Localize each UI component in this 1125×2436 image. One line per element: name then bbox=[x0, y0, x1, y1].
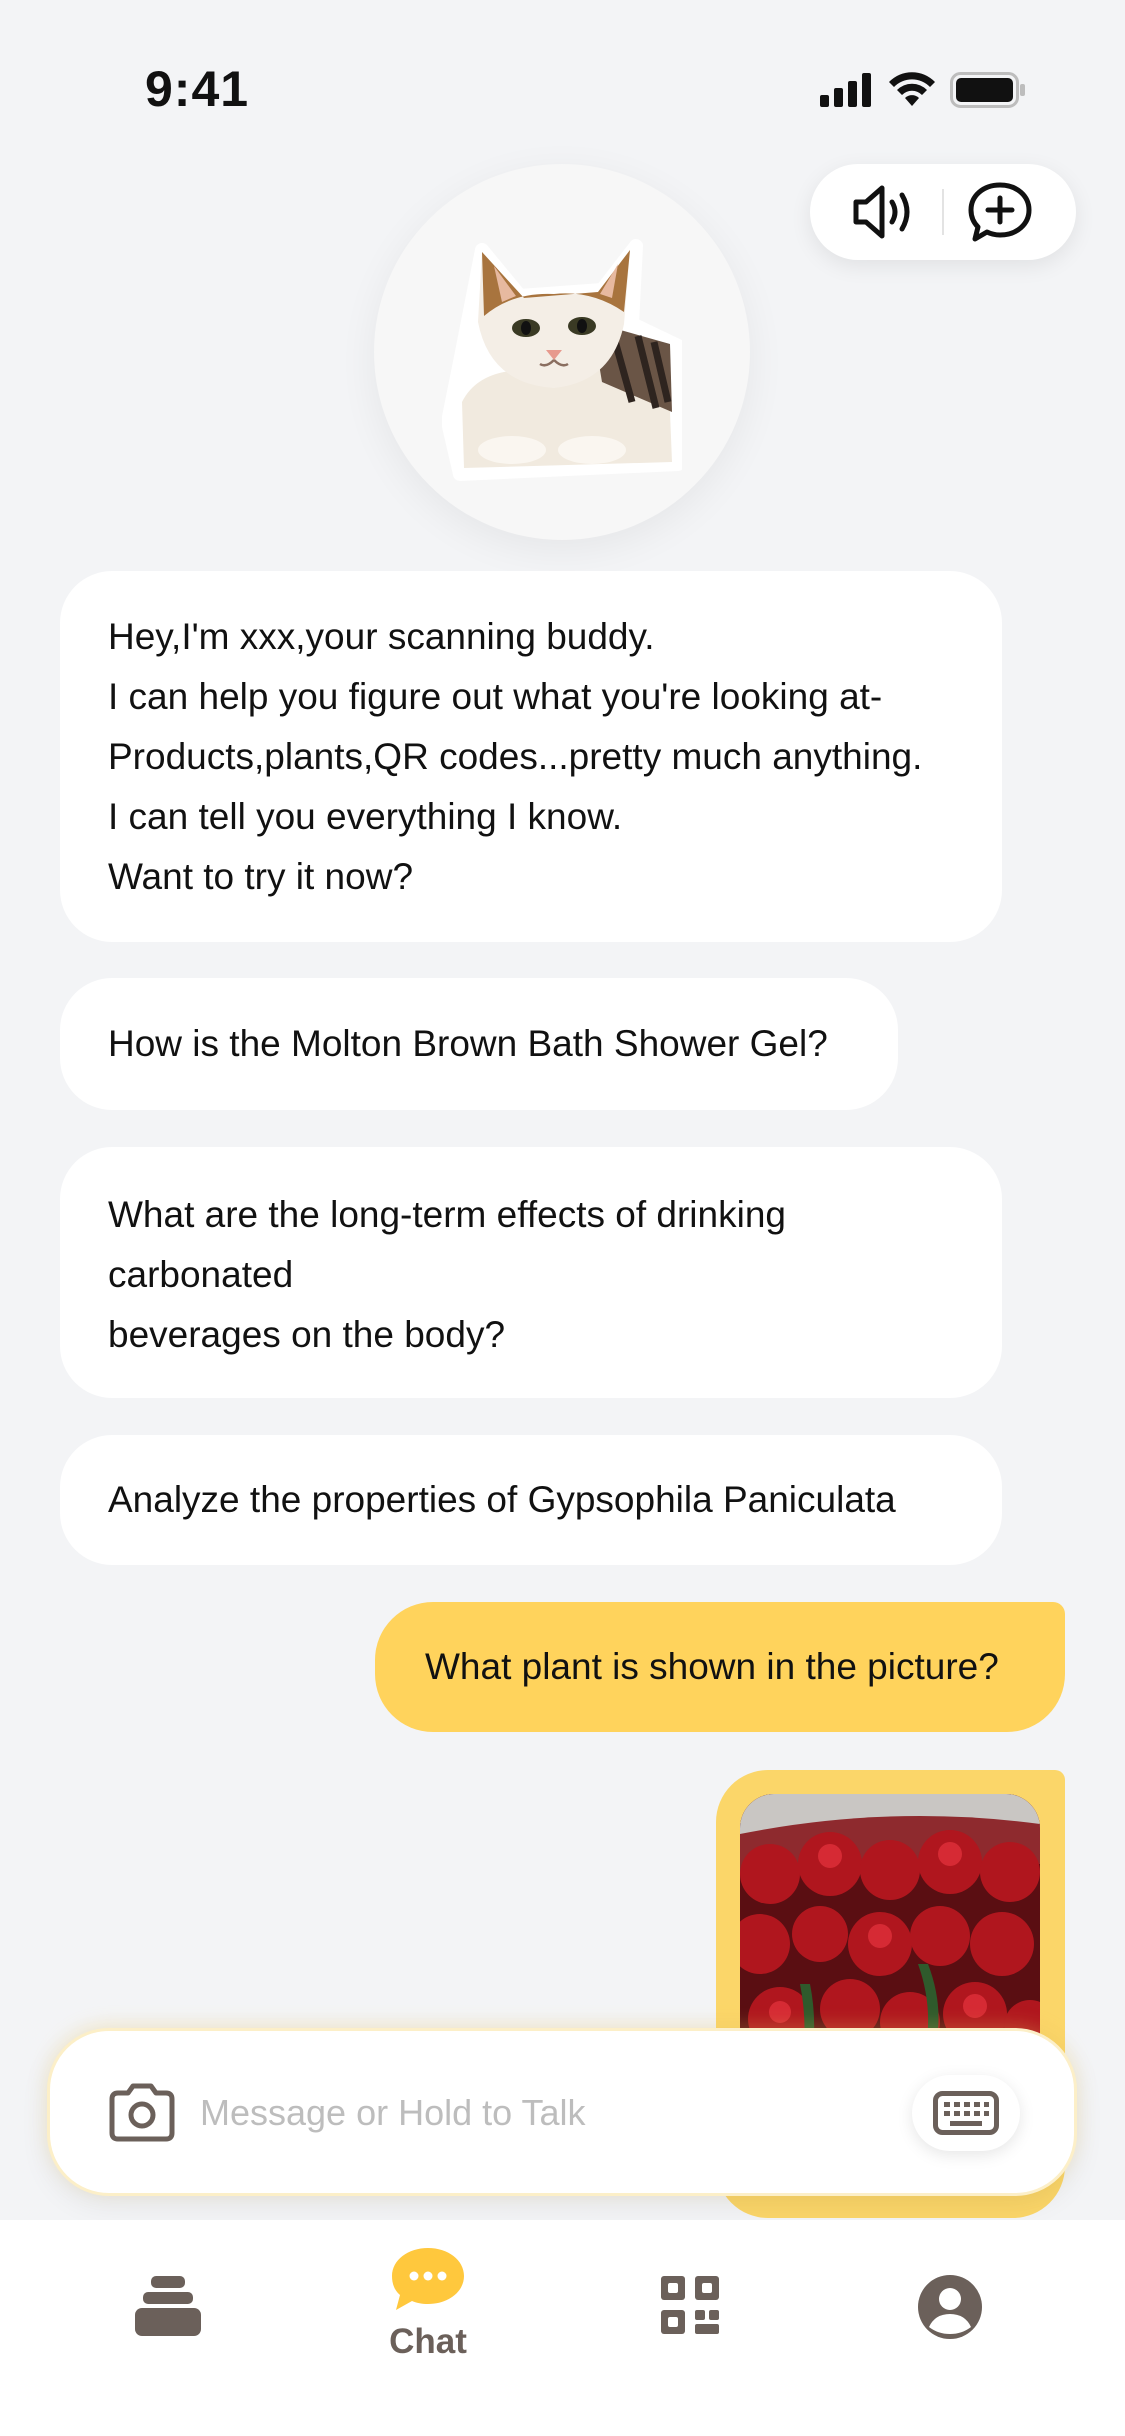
suggestion-text: beverages on the body? bbox=[108, 1314, 506, 1355]
message-composer bbox=[47, 2028, 1077, 2196]
suggestion-text: carbonated bbox=[108, 1254, 294, 1295]
tab-home[interactable] bbox=[118, 2220, 218, 2436]
message-line: Want to try it now? bbox=[108, 856, 414, 897]
bottom-tab-bar: Chat bbox=[0, 2220, 1125, 2436]
camera-icon bbox=[109, 2083, 175, 2142]
suggestion-chip[interactable]: How is the Molton Brown Bath Shower Gel? bbox=[60, 978, 898, 1110]
message-line: Products,plants,QR codes...pretty much a… bbox=[108, 736, 923, 777]
qr-code-icon bbox=[661, 2276, 719, 2334]
message-input[interactable] bbox=[200, 2083, 820, 2143]
keyboard-icon bbox=[933, 2091, 999, 2135]
keyboard-toggle-button[interactable] bbox=[912, 2075, 1020, 2151]
message-line: I can help you figure out what you're lo… bbox=[108, 676, 883, 717]
message-line: I can tell you everything I know. bbox=[108, 796, 623, 837]
stack-icon bbox=[135, 2276, 201, 2336]
user-message-text: What plant is shown in the picture? bbox=[425, 1646, 999, 1687]
tab-chat[interactable]: Chat bbox=[348, 2220, 508, 2436]
profile-icon bbox=[918, 2275, 982, 2339]
suggestion-text: Analyze the properties of Gypsophila Pan… bbox=[108, 1479, 896, 1520]
suggestion-chip[interactable]: Analyze the properties of Gypsophila Pan… bbox=[60, 1435, 1002, 1565]
chat-bubble-icon bbox=[392, 2248, 464, 2310]
suggestion-chip[interactable]: What are the long-term effects of drinki… bbox=[60, 1147, 1002, 1398]
assistant-welcome-message: Hey,I'm xxx,your scanning buddy. I can h… bbox=[60, 571, 1002, 942]
message-line: Hey,I'm xxx,your scanning buddy. bbox=[108, 616, 655, 657]
tab-profile[interactable] bbox=[900, 2220, 1000, 2436]
suggestion-text: How is the Molton Brown Bath Shower Gel? bbox=[108, 1023, 828, 1064]
suggestion-text: What are the long-term effects of drinki… bbox=[108, 1194, 786, 1235]
tab-chat-label: Chat bbox=[389, 2322, 467, 2361]
user-message: What plant is shown in the picture? bbox=[375, 1602, 1065, 1732]
camera-button[interactable] bbox=[106, 2081, 178, 2145]
tab-scan[interactable] bbox=[640, 2220, 740, 2436]
